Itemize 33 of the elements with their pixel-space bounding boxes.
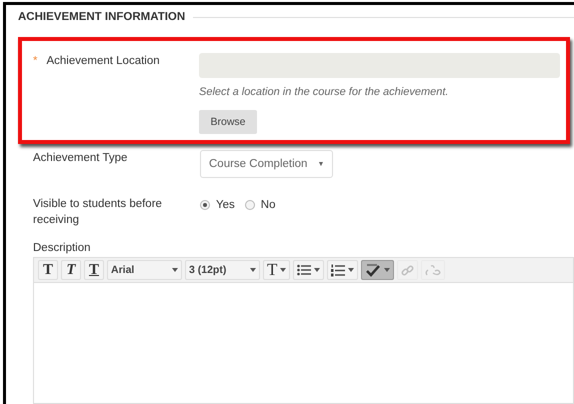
browse-button[interactable]: Browse (199, 110, 257, 134)
bullet-list-icon (297, 264, 312, 276)
numbering-button[interactable] (327, 260, 358, 280)
section-title: ACHIEVEMENT INFORMATION (18, 11, 186, 23)
location-field[interactable] (199, 53, 560, 78)
bold-button[interactable]: T (38, 260, 58, 280)
required-mark: * (33, 55, 38, 69)
radio-button[interactable] (200, 200, 210, 210)
bullets-button[interactable] (293, 260, 324, 280)
caret-icon (314, 268, 320, 272)
spellcheck-button[interactable] (361, 260, 394, 280)
field-label: Achievement Location (46, 55, 160, 69)
hint-text: Select a location in the course for the achievement. (199, 86, 450, 98)
spellcheck-icon (365, 263, 382, 277)
toolbar-dropdown[interactable]: 3 (12pt) (185, 260, 260, 280)
field-label: Achievement Type (33, 151, 128, 166)
caret-icon (172, 268, 178, 272)
radio-label: No (260, 199, 276, 211)
unlink-icon (425, 264, 442, 276)
field-label: Visible to students before receiving (33, 197, 163, 228)
text-color-button[interactable]: T (263, 260, 290, 280)
radio-button[interactable] (244, 200, 255, 210)
italic-button[interactable]: T (61, 260, 81, 280)
numbered-list-icon (331, 264, 346, 276)
radio-label: Yes (216, 199, 235, 211)
caret-icon (384, 268, 390, 272)
toolbar-dropdown[interactable]: Arial (107, 260, 182, 280)
underline-button[interactable]: T (84, 260, 104, 280)
link-icon (401, 264, 414, 276)
caret-icon (250, 268, 256, 272)
field-label: Description (32, 242, 92, 254)
caret-icon (280, 268, 286, 272)
caret-icon (348, 268, 354, 272)
